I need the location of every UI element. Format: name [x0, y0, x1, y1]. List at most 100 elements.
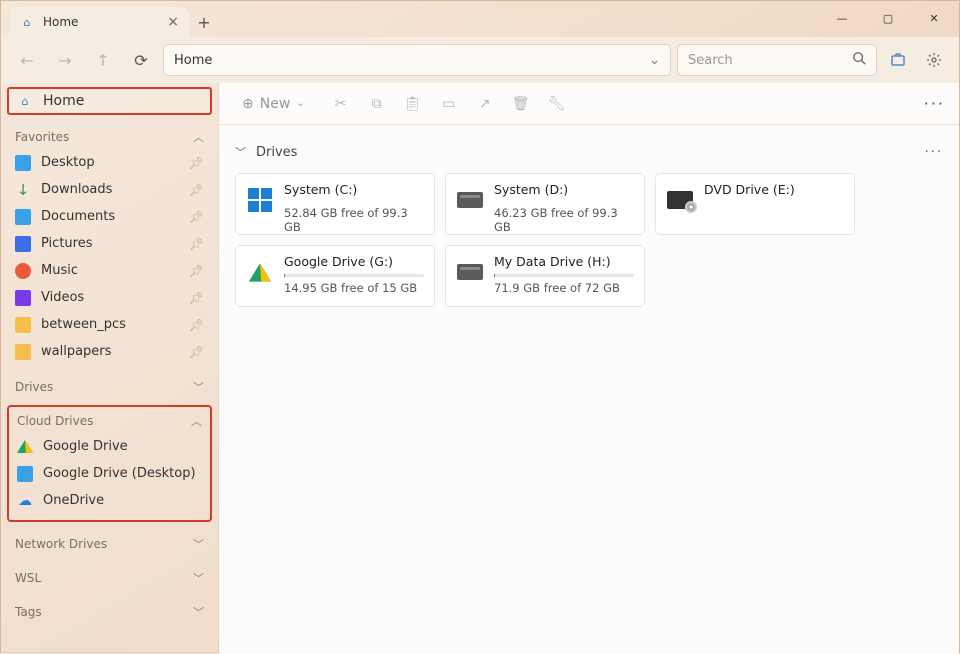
- pin-icon[interactable]: 📌︎: [189, 210, 204, 224]
- drive-title: System (C:): [284, 182, 424, 197]
- sidebar-item[interactable]: between_pcs 📌︎: [1, 311, 218, 338]
- drive-card[interactable]: System (C:) 52.84 GB free of 99.3 GB: [235, 173, 435, 235]
- pin-icon[interactable]: 📌︎: [189, 183, 204, 197]
- sidebar-item-label: Documents: [41, 209, 115, 224]
- chevron-down-icon: ﹀: [193, 570, 204, 586]
- pin-icon[interactable]: 📌︎: [189, 264, 204, 278]
- drive-free-text: 14.95 GB free of 15 GB: [284, 281, 424, 295]
- back-button[interactable]: ←: [11, 44, 43, 76]
- chevron-up-icon: ︿: [193, 129, 204, 145]
- sidebar-item-label: wallpapers: [41, 344, 111, 359]
- section-title: Drives: [256, 145, 297, 160]
- drive-title: My Data Drive (H:): [494, 254, 634, 269]
- forward-button[interactable]: →: [49, 44, 81, 76]
- network-label: Network Drives: [15, 537, 107, 551]
- cloud-label: Cloud Drives: [17, 414, 93, 428]
- refresh-button[interactable]: ⟳: [125, 44, 157, 76]
- sidebar-item[interactable]: Desktop 📌︎: [1, 149, 218, 176]
- drive-icon: [246, 258, 274, 286]
- sidebar-item-label: Music: [41, 263, 78, 278]
- drive-icon: [456, 258, 484, 286]
- drive-usage-bar: [494, 274, 634, 277]
- sidebar-item[interactable]: Videos 📌︎: [1, 284, 218, 311]
- drive-card[interactable]: My Data Drive (H:) 71.9 GB free of 72 GB: [445, 245, 645, 307]
- close-window-button[interactable]: ✕: [911, 3, 957, 33]
- cut-icon[interactable]: ✂: [332, 96, 350, 112]
- sidebar-cloud-box: Cloud Drives ︿ Google Drive Google Drive …: [7, 405, 212, 522]
- drive-title: DVD Drive (E:): [704, 182, 844, 197]
- new-button[interactable]: ⊕ New ⌄: [233, 91, 314, 117]
- drive-free-text: 52.84 GB free of 99.3 GB: [284, 206, 424, 234]
- drives-label: Drives: [15, 380, 53, 394]
- address-bar[interactable]: Home ⌄: [163, 44, 671, 76]
- sidebar-item[interactable]: ☁OneDrive: [9, 487, 210, 514]
- sidebar-item[interactable]: Music 📌︎: [1, 257, 218, 284]
- pin-icon[interactable]: 📌︎: [189, 156, 204, 170]
- toolbar-more[interactable]: ···: [924, 94, 945, 113]
- sidebar-section-tags[interactable]: Tags ﹀: [1, 600, 218, 624]
- sidebar-item[interactable]: wallpapers 📌︎: [1, 338, 218, 365]
- search-icon: [852, 51, 866, 69]
- drive-card[interactable]: Google Drive (G:) 14.95 GB free of 15 GB: [235, 245, 435, 307]
- tab-close-button[interactable]: ×: [167, 14, 179, 30]
- share-icon[interactable]: ↗: [476, 96, 494, 112]
- sidebar-item[interactable]: Documents 📌︎: [1, 203, 218, 230]
- sidebar-item-label: between_pcs: [41, 317, 126, 332]
- chevron-down-icon: ﹀: [193, 379, 204, 395]
- sidebar-item-label: Videos: [41, 290, 84, 305]
- drive-free-text: 71.9 GB free of 72 GB: [494, 281, 634, 295]
- sidebar-section-wsl[interactable]: WSL ﹀: [1, 566, 218, 590]
- chevron-down-icon[interactable]: ⌄: [649, 53, 660, 68]
- drive-free-text: 46.23 GB free of 99.3 GB: [494, 206, 634, 234]
- extension-icon[interactable]: [883, 45, 913, 75]
- rename-icon[interactable]: ▭: [440, 96, 458, 112]
- nav-row: ← → ↑ ⟳ Home ⌄ Search: [1, 37, 959, 83]
- drive-card[interactable]: System (D:) 46.23 GB free of 99.3 GB: [445, 173, 645, 235]
- minimize-button[interactable]: —: [819, 3, 865, 33]
- section-drives-header[interactable]: ﹀ Drives ···: [235, 137, 943, 167]
- pin-icon[interactable]: 📌︎: [189, 237, 204, 251]
- drive-grid: System (C:)52.84 GB free of 99.3 GBSyste…: [235, 173, 943, 307]
- drive-icon: [666, 186, 694, 214]
- sidebar-section-cloud[interactable]: Cloud Drives ︿: [9, 409, 210, 433]
- copy-icon[interactable]: ⧉: [368, 96, 386, 112]
- sidebar-item-label: Google Drive (Desktop): [43, 466, 196, 481]
- sidebar-section-network[interactable]: Network Drives ﹀: [1, 532, 218, 556]
- properties-icon[interactable]: 🔧︎: [548, 96, 566, 112]
- pin-icon[interactable]: 📌︎: [189, 345, 204, 359]
- settings-icon[interactable]: [919, 45, 949, 75]
- sidebar-item[interactable]: ↓Downloads📌︎: [1, 176, 218, 203]
- content-area: ﹀ Drives ··· System (C:) 52.84 GB free of…: [219, 125, 959, 319]
- main-pane: ⊕ New ⌄ ✂ ⧉ 📋︎ ▭ ↗ 🗑︎ 🔧︎ ··· ﹀ Drives ··…: [219, 83, 959, 654]
- delete-icon[interactable]: 🗑︎: [512, 96, 530, 112]
- new-tab-button[interactable]: +: [189, 7, 219, 37]
- tab-home[interactable]: ⌂ Home ×: [9, 7, 189, 37]
- chevron-down-icon: ⌄: [296, 98, 304, 109]
- sidebar: ⌂ Home Favorites ︿ Desktop📌︎↓Downloads📌︎…: [1, 83, 219, 654]
- favorites-label: Favorites: [15, 130, 69, 144]
- sidebar-home[interactable]: ⌂ Home: [7, 87, 212, 115]
- sidebar-section-drives[interactable]: Drives ﹀: [1, 375, 218, 399]
- sidebar-item-label: Pictures: [41, 236, 92, 251]
- sidebar-item[interactable]: Pictures 📌︎: [1, 230, 218, 257]
- pin-icon[interactable]: 📌︎: [189, 318, 204, 332]
- drive-icon: [246, 186, 274, 214]
- pin-icon[interactable]: 📌︎: [189, 291, 204, 305]
- search-input[interactable]: Search: [677, 44, 877, 76]
- paste-icon[interactable]: 📋︎: [404, 96, 422, 112]
- sidebar-section-favorites[interactable]: Favorites ︿: [1, 125, 218, 149]
- sidebar-item[interactable]: Google Drive (Desktop): [9, 460, 210, 487]
- address-text: Home: [174, 53, 212, 68]
- drive-title: Google Drive (G:): [284, 254, 424, 269]
- plus-icon: ⊕: [242, 96, 254, 112]
- up-button[interactable]: ↑: [87, 44, 119, 76]
- sidebar-item[interactable]: Google Drive: [9, 433, 210, 460]
- maximize-button[interactable]: ▢: [865, 3, 911, 33]
- drive-title: System (D:): [494, 182, 634, 197]
- section-more[interactable]: ···: [925, 145, 943, 160]
- chevron-up-icon: ︿: [191, 413, 202, 429]
- sidebar-item-label: Desktop: [41, 155, 95, 170]
- new-label: New: [260, 96, 291, 112]
- chevron-down-icon: ﹀: [235, 144, 246, 160]
- drive-card[interactable]: DVD Drive (E:): [655, 173, 855, 235]
